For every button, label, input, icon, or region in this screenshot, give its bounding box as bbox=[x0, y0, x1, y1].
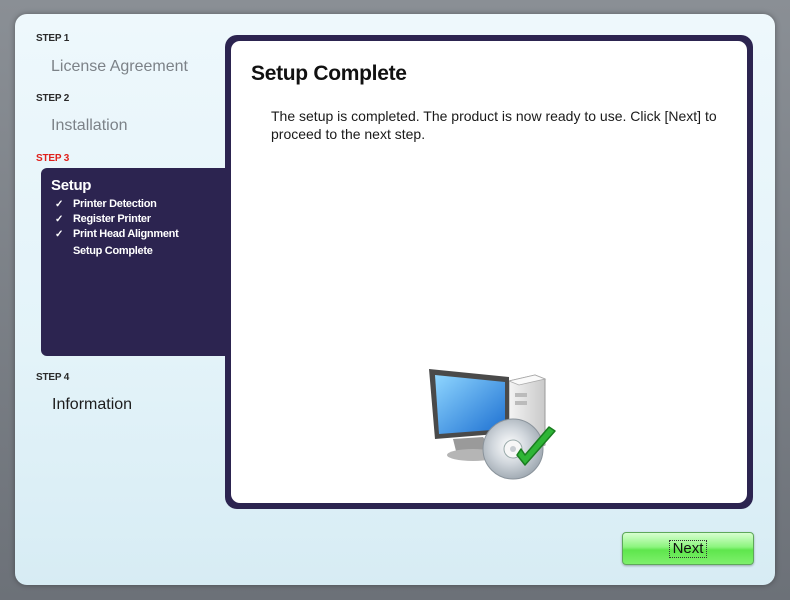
next-button-label: Next bbox=[668, 539, 708, 558]
substep-setup-complete: Setup Complete bbox=[73, 245, 153, 257]
step-2-label: STEP 2 bbox=[36, 93, 70, 104]
substep-label: Setup Complete bbox=[73, 245, 153, 257]
installer-window: STEP 1 License Agreement STEP 2 Installa… bbox=[15, 14, 775, 585]
substep-label: Print Head Alignment bbox=[73, 228, 179, 240]
substep-label: Printer Detection bbox=[73, 198, 157, 210]
computer-disc-checkmark-icon bbox=[429, 369, 556, 480]
checkmark-icon: ✓ bbox=[55, 214, 64, 225]
checkmark-icon: ✓ bbox=[55, 199, 64, 210]
substep-register-printer: ✓ Register Printer bbox=[55, 213, 151, 225]
substep-printer-detection: ✓ Printer Detection bbox=[55, 198, 157, 210]
step-3-title: Setup bbox=[51, 177, 92, 194]
step-4-label: STEP 4 bbox=[36, 372, 70, 383]
next-button[interactable]: Next bbox=[622, 532, 754, 565]
step-3-label: STEP 3 bbox=[36, 153, 70, 164]
page-message: The setup is completed. The product is n… bbox=[271, 108, 717, 142]
content-panel: Setup Complete The setup is completed. T… bbox=[225, 35, 753, 509]
current-step-panel: Setup ✓ Printer Detection ✓ Register Print… bbox=[41, 168, 233, 356]
step-1-label: STEP 1 bbox=[36, 33, 70, 44]
substep-print-head-alignment: ✓ Print Head Alignment bbox=[55, 228, 179, 240]
content-body: Setup Complete The setup is completed. T… bbox=[231, 41, 747, 503]
step-4-title: Information bbox=[52, 396, 133, 413]
checkmark-icon: ✓ bbox=[55, 229, 64, 240]
page-title: Setup Complete bbox=[251, 62, 407, 85]
step-1-title: License Agreement bbox=[51, 58, 188, 75]
step-2-title: Installation bbox=[51, 117, 128, 134]
substep-label: Register Printer bbox=[73, 213, 151, 225]
